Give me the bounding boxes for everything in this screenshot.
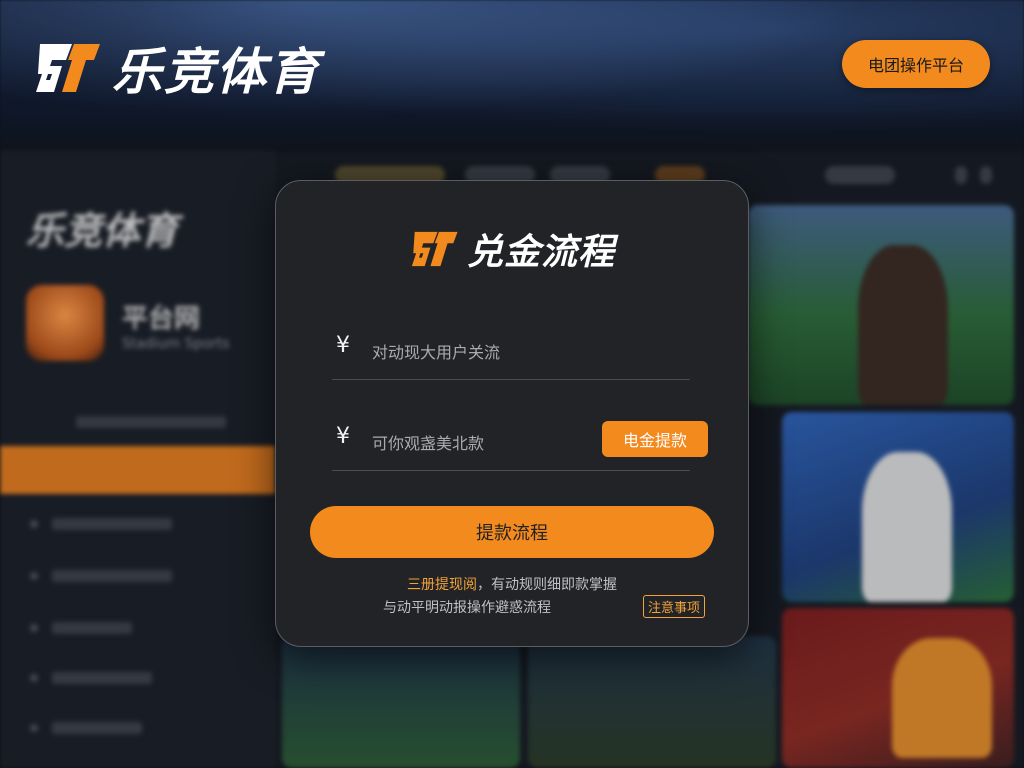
modal-title: 兑金流程 <box>466 232 615 273</box>
yen-icon: ¥ <box>336 333 350 358</box>
background-badge-title: 平台网 <box>122 304 201 334</box>
background-card <box>748 205 1014 405</box>
background-sidebar-title: 乐竞体育 <box>26 209 179 253</box>
brand-logo-icon <box>411 231 458 267</box>
background-sidebar-row <box>52 518 172 530</box>
background-sidebar-active-item <box>0 446 275 494</box>
background-sidebar-dot <box>30 572 38 580</box>
amount-field[interactable]: ¥ 对动现大用户关流 <box>332 321 690 380</box>
background-sidebar: 乐竞体育 平台网 Stadium Sports <box>0 150 275 768</box>
background-card <box>282 636 520 768</box>
background-sidebar-dot <box>30 674 38 682</box>
background-divider <box>76 416 226 428</box>
background-card <box>782 412 1014 602</box>
background-nav-pill <box>825 166 895 184</box>
note-highlight: 三册提现阅 <box>407 577 477 593</box>
background-sidebar-row <box>52 622 132 634</box>
withdrawal-modal: 兑金流程 ¥ 对动现大用户关流 ¥ 可你观盏美北款 电金提款 提款流程 三册提现… <box>275 180 749 647</box>
background-badge-subtitle: Stadium Sports <box>122 336 230 352</box>
mascot-icon <box>892 638 992 758</box>
withdraw-field-placeholder: 可你观盏美北款 <box>372 434 485 453</box>
withdraw-process-button[interactable]: 提款流程 <box>310 506 714 558</box>
modal-header: 兑金流程 <box>276 223 748 275</box>
background-card <box>782 608 1014 768</box>
background-nav-dot <box>980 166 992 184</box>
background-sidebar-row <box>52 672 152 684</box>
note-line-1: 三册提现阅，有动规则细即款掌握 <box>276 574 748 594</box>
background-nav-dot <box>955 166 967 184</box>
brand[interactable]: 乐竞体育 <box>32 32 320 104</box>
note-line-1-text: ，有动规则细即款掌握 <box>477 577 617 593</box>
player-figure-icon <box>858 245 948 405</box>
amount-field-placeholder: 对动现大用户关流 <box>372 343 501 362</box>
background-sidebar-dot <box>30 724 38 732</box>
yen-icon: ¥ <box>336 424 350 449</box>
attention-link[interactable]: 注意事项 <box>643 595 706 618</box>
player-figure-icon <box>862 452 952 602</box>
background-sidebar-row <box>52 570 172 582</box>
background-card <box>528 636 776 768</box>
platform-button[interactable]: 电团操作平台 <box>842 40 990 88</box>
background-badge-icon <box>26 285 104 361</box>
brand-name: 乐竞体育 <box>112 43 320 101</box>
background-sidebar-dot <box>30 520 38 528</box>
brand-logo-icon <box>36 44 100 92</box>
background-sidebar-row <box>52 722 142 734</box>
background-sidebar-dot <box>30 624 38 632</box>
withdraw-inline-button[interactable]: 电金提款 <box>602 421 708 457</box>
